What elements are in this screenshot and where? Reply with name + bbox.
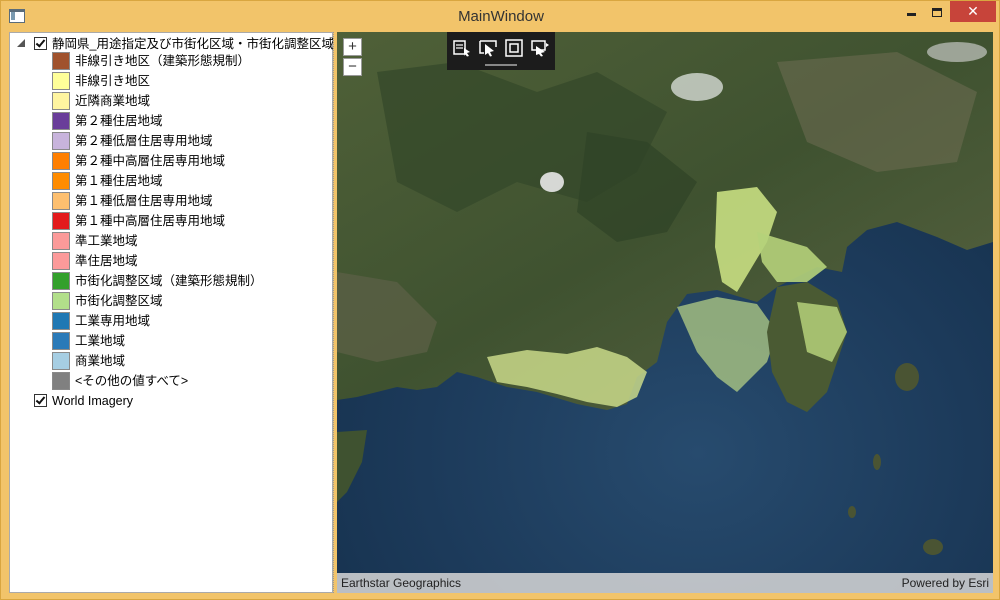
legend-item: 準工業地域 xyxy=(10,231,332,251)
legend-item: 第１種住居地域 xyxy=(10,171,332,191)
legend-item: 準住居地域 xyxy=(10,251,332,271)
select-move-button[interactable] xyxy=(530,39,550,57)
select-add-icon xyxy=(453,40,470,57)
select-move-icon xyxy=(531,40,549,57)
maximize-button[interactable] xyxy=(924,1,950,22)
legend-swatch xyxy=(52,332,70,350)
legend-item: 市街化調整区域 xyxy=(10,291,332,311)
legend-label: 非線引き地区 xyxy=(75,74,151,88)
legend-label: 非線引き地区（建築形態規制） xyxy=(75,54,251,68)
legend-item: 近隣商業地域 xyxy=(10,91,332,111)
legend-label: 市街化調整区域 xyxy=(75,294,163,308)
legend-label: 準工業地域 xyxy=(75,234,138,248)
legend-label: 第１種低層住居専用地域 xyxy=(75,194,213,208)
legend-item: 工業地域 xyxy=(10,331,332,351)
close-icon: ✕ xyxy=(967,3,979,19)
select-pointer-button[interactable] xyxy=(478,39,498,57)
maximize-icon xyxy=(932,8,942,18)
legend-label: 準住居地域 xyxy=(75,254,138,268)
legend-swatch xyxy=(52,232,70,250)
satellite-imagery xyxy=(337,32,993,593)
legend-item: 第１種低層住居専用地域 xyxy=(10,191,332,211)
legend-swatch xyxy=(52,372,70,390)
select-rectangle-button[interactable] xyxy=(504,39,524,57)
legend-label: 第２種低層住居専用地域 xyxy=(75,134,213,148)
checkmark-icon xyxy=(35,37,46,48)
legend-item: 市街化調整区域（建築形態規制） xyxy=(10,271,332,291)
map-view[interactable]: + − Earthstar Geographics Powered by Esr… xyxy=(337,32,993,593)
legend-swatch xyxy=(52,72,70,90)
legend-swatch xyxy=(52,292,70,310)
select-add-button[interactable] xyxy=(452,39,472,57)
legend-label: 第１種中高層住居専用地域 xyxy=(75,214,226,228)
expander-icon[interactable] xyxy=(17,39,25,47)
layer-row-world-imagery[interactable]: World Imagery xyxy=(10,391,332,411)
legend-label: 第２種住居地域 xyxy=(75,114,163,128)
legend-item: 工業専用地域 xyxy=(10,311,332,331)
legend-label: 商業地域 xyxy=(75,354,126,368)
legend-item: 非線引き地区（建築形態規制） xyxy=(10,51,332,71)
layer-tree[interactable]: 静岡県_用途指定及び市街化区域・市街化調整区域 非線引き地区（建築形態規制） 非線… xyxy=(9,32,334,593)
legend-swatch xyxy=(52,52,70,70)
layer-zoning-checkbox[interactable] xyxy=(34,37,47,50)
main-window: MainWindow ✕ 静岡県_用途指定及び市街化区域・市街化調整区域 非線引… xyxy=(0,0,1000,600)
legend-swatch xyxy=(52,272,70,290)
legend-item: 商業地域 xyxy=(10,351,332,371)
minimize-icon xyxy=(906,13,916,17)
window-title: MainWindow xyxy=(458,8,544,25)
map-attribution: Earthstar Geographics Powered by Esri xyxy=(337,573,993,593)
legend-item: 非線引き地区 xyxy=(10,71,332,91)
legend-swatch xyxy=(52,152,70,170)
title-bar[interactable]: MainWindow ✕ xyxy=(1,1,1000,32)
legend-item: <その他の値すべて> xyxy=(10,371,332,391)
legend-swatch xyxy=(52,212,70,230)
legend-swatch xyxy=(52,112,70,130)
legend-label: 近隣商業地域 xyxy=(75,94,151,108)
legend-item: 第２種中高層住居専用地域 xyxy=(10,151,332,171)
legend-item: 第２種住居地域 xyxy=(10,111,332,131)
legend-label: <その他の値すべて> xyxy=(75,374,189,388)
close-button[interactable]: ✕ xyxy=(950,1,996,22)
legend-label: 工業専用地域 xyxy=(75,314,151,328)
legend-swatch xyxy=(52,132,70,150)
legend-item: 第１種中高層住居専用地域 xyxy=(10,211,332,231)
legend-swatch xyxy=(52,192,70,210)
legend-swatch xyxy=(52,352,70,370)
checkmark-icon xyxy=(35,394,46,405)
legend-label: 第２種中高層住居専用地域 xyxy=(75,154,226,168)
legend-label: 工業地域 xyxy=(75,334,126,348)
zoom-out-button[interactable]: − xyxy=(343,58,362,76)
attribution-source: Earthstar Geographics xyxy=(341,576,462,590)
layer-imagery-checkbox[interactable] xyxy=(34,394,47,407)
legend-label: 市街化調整区域（建築形態規制） xyxy=(75,274,263,288)
toolbar-grip[interactable] xyxy=(485,64,517,66)
legend-swatch xyxy=(52,312,70,330)
legend-label: 第１種住居地域 xyxy=(75,174,163,188)
legend-swatch xyxy=(52,252,70,270)
attribution-powered-by: Powered by Esri xyxy=(901,576,989,590)
layer-imagery-label[interactable]: World Imagery xyxy=(52,391,133,411)
select-pointer-icon xyxy=(479,40,497,57)
zoom-in-button[interactable]: + xyxy=(343,38,362,56)
legend-item: 第２種低層住居専用地域 xyxy=(10,131,332,151)
minimize-button[interactable] xyxy=(898,1,924,22)
selection-toolbar xyxy=(447,32,555,70)
legend-swatch xyxy=(52,172,70,190)
legend-swatch xyxy=(52,92,70,110)
select-rectangle-icon xyxy=(505,39,523,57)
